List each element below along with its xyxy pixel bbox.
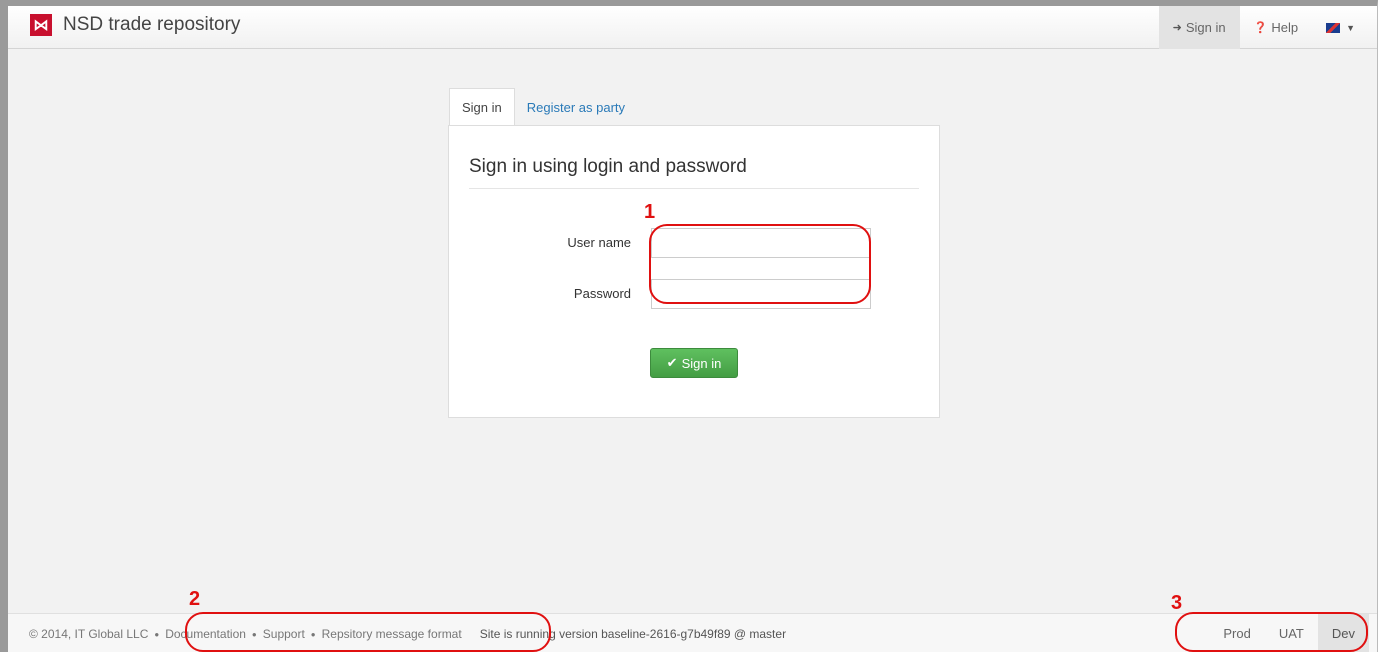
annotation-oval-credentials	[649, 224, 871, 304]
copyright: © 2014, IT Global LLC	[29, 627, 149, 641]
check-icon: ✔	[666, 355, 678, 370]
annotation-oval-environments	[1175, 612, 1368, 652]
nav-help-label: Help	[1271, 20, 1299, 35]
nav-signin[interactable]: ➜ Sign in	[1158, 6, 1240, 49]
navbar: ⋈ NSD trade repository ➜ Sign in ❓ Help …	[8, 6, 1377, 49]
password-label: Password	[573, 286, 631, 301]
annotation-number-1: 1	[644, 201, 656, 223]
language-dropdown[interactable]: ▼	[1312, 6, 1377, 49]
uk-flag-icon	[1326, 22, 1341, 33]
username-label: User name	[567, 235, 631, 250]
signin-button-label: Sign in	[681, 355, 722, 371]
nav-right: ➜ Sign in ❓ Help ▼	[1158, 6, 1377, 49]
brand[interactable]: ⋈ NSD trade repository	[30, 14, 240, 36]
auth-tabs: Sign in Register as party	[449, 88, 637, 126]
tab-signin[interactable]: Sign in	[449, 88, 515, 126]
annotation-number-3: 3	[1171, 592, 1183, 614]
nsd-logo-icon: ⋈	[30, 14, 52, 36]
annotation-oval-links	[185, 612, 551, 652]
sign-in-icon: ➜	[1172, 22, 1182, 34]
nav-help[interactable]: ❓ Help	[1240, 6, 1312, 49]
nav-signin-label: Sign in	[1185, 20, 1226, 35]
separator-dot: ●	[154, 629, 160, 639]
panel-title: Sign in using login and password	[469, 156, 919, 189]
brand-title: NSD trade repository	[63, 14, 241, 35]
annotation-number-2: 2	[189, 588, 201, 610]
caret-down-icon: ▼	[1346, 22, 1355, 33]
tab-register[interactable]: Register as party	[515, 88, 637, 126]
question-circle-icon: ❓	[1253, 22, 1268, 34]
signin-button[interactable]: ✔ Sign in	[650, 348, 738, 378]
